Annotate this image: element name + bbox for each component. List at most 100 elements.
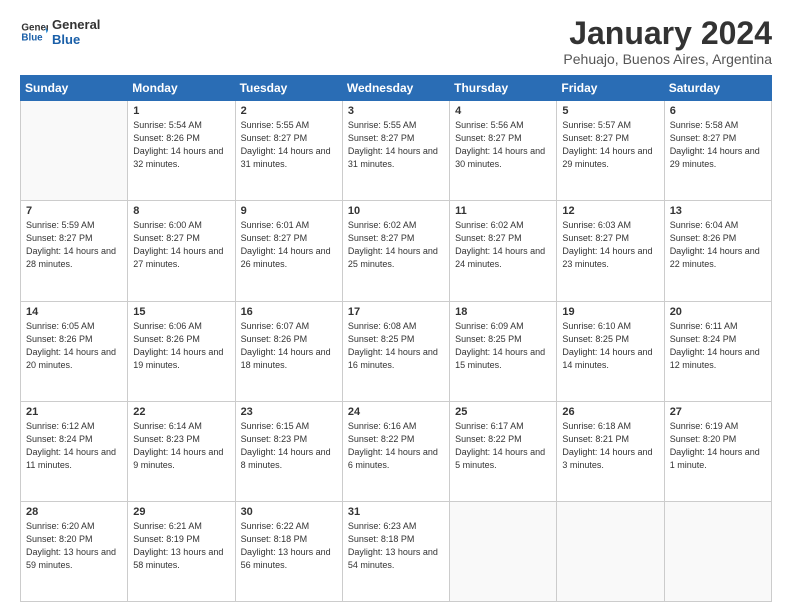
day-number: 8	[133, 205, 229, 217]
cell-content: Sunrise: 6:07 AM Sunset: 8:26 PM Dayligh…	[241, 320, 337, 372]
day-number: 24	[348, 406, 444, 418]
page: General Blue General Blue January 2024 P…	[0, 0, 792, 612]
cell-content: Sunrise: 6:02 AM Sunset: 8:27 PM Dayligh…	[348, 219, 444, 271]
table-row: 1Sunrise: 5:54 AM Sunset: 8:26 PM Daylig…	[128, 101, 235, 201]
day-number: 19	[562, 306, 658, 318]
day-number: 20	[670, 306, 766, 318]
header-wednesday: Wednesday	[342, 76, 449, 101]
calendar-week-row: 14Sunrise: 6:05 AM Sunset: 8:26 PM Dayli…	[21, 301, 772, 401]
logo-line1: General	[52, 18, 100, 33]
day-number: 9	[241, 205, 337, 217]
cell-content: Sunrise: 5:56 AM Sunset: 8:27 PM Dayligh…	[455, 119, 551, 171]
day-number: 5	[562, 105, 658, 117]
day-number: 21	[26, 406, 122, 418]
cell-content: Sunrise: 5:59 AM Sunset: 8:27 PM Dayligh…	[26, 219, 122, 271]
day-number: 4	[455, 105, 551, 117]
logo-line2: Blue	[52, 33, 100, 48]
table-row: 16 Sunrise: 6:07 AM Sunset: 8:26 PM Dayli…	[235, 301, 342, 401]
day-number: 6	[670, 105, 766, 117]
day-number: 31	[348, 506, 444, 518]
header-saturday: Saturday	[664, 76, 771, 101]
day-number: 22	[133, 406, 229, 418]
cell-content: Sunrise: 6:12 AM Sunset: 8:24 PM Dayligh…	[26, 420, 122, 472]
table-row: 25 Sunrise: 6:17 AM Sunset: 8:22 PM Dayli…	[450, 401, 557, 501]
table-row: 7 Sunrise: 5:59 AM Sunset: 8:27 PM Daylig…	[21, 201, 128, 301]
cell-content: Sunrise: 6:03 AM Sunset: 8:27 PM Dayligh…	[562, 219, 658, 271]
table-row	[21, 101, 128, 201]
table-row: 14Sunrise: 6:05 AM Sunset: 8:26 PM Dayli…	[21, 301, 128, 401]
cell-content: Sunrise: 5:58 AM Sunset: 8:27 PM Dayligh…	[670, 119, 766, 171]
header-friday: Friday	[557, 76, 664, 101]
table-row: 23 Sunrise: 6:15 AM Sunset: 8:23 PM Dayli…	[235, 401, 342, 501]
header: General Blue General Blue January 2024 P…	[20, 16, 772, 67]
cell-content: Sunrise: 5:55 AM Sunset: 8:27 PM Dayligh…	[241, 119, 337, 171]
header-sunday: Sunday	[21, 76, 128, 101]
table-row: 3Sunrise: 5:55 AM Sunset: 8:27 PM Daylig…	[342, 101, 449, 201]
header-thursday: Thursday	[450, 76, 557, 101]
logo-icon: General Blue	[20, 18, 48, 46]
main-title: January 2024	[563, 16, 772, 51]
cell-content: Sunrise: 6:16 AM Sunset: 8:22 PM Dayligh…	[348, 420, 444, 472]
table-row: 21 Sunrise: 6:12 AM Sunset: 8:24 PM Dayli…	[21, 401, 128, 501]
day-number: 12	[562, 205, 658, 217]
day-number: 16	[241, 306, 337, 318]
table-row: 26Sunrise: 6:18 AM Sunset: 8:21 PM Dayli…	[557, 401, 664, 501]
svg-text:Blue: Blue	[21, 32, 43, 43]
cell-content: Sunrise: 6:05 AM Sunset: 8:26 PM Dayligh…	[26, 320, 122, 372]
table-row	[664, 501, 771, 601]
day-number: 25	[455, 406, 551, 418]
table-row: 30Sunrise: 6:22 AM Sunset: 8:18 PM Dayli…	[235, 501, 342, 601]
cell-content: Sunrise: 6:08 AM Sunset: 8:25 PM Dayligh…	[348, 320, 444, 372]
table-row: 29 Sunrise: 6:21 AM Sunset: 8:19 PM Dayli…	[128, 501, 235, 601]
cell-content: Sunrise: 6:17 AM Sunset: 8:22 PM Dayligh…	[455, 420, 551, 472]
day-number: 29	[133, 506, 229, 518]
calendar-table: Sunday Monday Tuesday Wednesday Thursday…	[20, 75, 772, 602]
cell-content: Sunrise: 6:14 AM Sunset: 8:23 PM Dayligh…	[133, 420, 229, 472]
table-row: 13Sunrise: 6:04 AM Sunset: 8:26 PM Dayli…	[664, 201, 771, 301]
cell-content: Sunrise: 5:55 AM Sunset: 8:27 PM Dayligh…	[348, 119, 444, 171]
table-row: 31 Sunrise: 6:23 AM Sunset: 8:18 PM Dayli…	[342, 501, 449, 601]
cell-content: Sunrise: 5:54 AM Sunset: 8:26 PM Dayligh…	[133, 119, 229, 171]
table-row: 5 Sunrise: 5:57 AM Sunset: 8:27 PM Daylig…	[557, 101, 664, 201]
subtitle: Pehuajo, Buenos Aires, Argentina	[563, 51, 772, 67]
table-row: 11Sunrise: 6:02 AM Sunset: 8:27 PM Dayli…	[450, 201, 557, 301]
day-number: 23	[241, 406, 337, 418]
table-row: 8Sunrise: 6:00 AM Sunset: 8:27 PM Daylig…	[128, 201, 235, 301]
table-row: 28Sunrise: 6:20 AM Sunset: 8:20 PM Dayli…	[21, 501, 128, 601]
logo: General Blue General Blue	[20, 16, 100, 48]
table-row: 17 Sunrise: 6:08 AM Sunset: 8:25 PM Dayli…	[342, 301, 449, 401]
table-row	[450, 501, 557, 601]
table-row: 9 Sunrise: 6:01 AM Sunset: 8:27 PM Daylig…	[235, 201, 342, 301]
calendar-week-row: 7 Sunrise: 5:59 AM Sunset: 8:27 PM Daylig…	[21, 201, 772, 301]
cell-content: Sunrise: 6:22 AM Sunset: 8:18 PM Dayligh…	[241, 520, 337, 572]
cell-content: Sunrise: 6:02 AM Sunset: 8:27 PM Dayligh…	[455, 219, 551, 271]
cell-content: Sunrise: 6:09 AM Sunset: 8:25 PM Dayligh…	[455, 320, 551, 372]
cell-content: Sunrise: 5:57 AM Sunset: 8:27 PM Dayligh…	[562, 119, 658, 171]
day-number: 15	[133, 306, 229, 318]
day-number: 13	[670, 205, 766, 217]
calendar-header-row: Sunday Monday Tuesday Wednesday Thursday…	[21, 76, 772, 101]
day-number: 2	[241, 105, 337, 117]
table-row: 24 Sunrise: 6:16 AM Sunset: 8:22 PM Dayli…	[342, 401, 449, 501]
table-row: 20 Sunrise: 6:11 AM Sunset: 8:24 PM Dayli…	[664, 301, 771, 401]
table-row: 15 Sunrise: 6:06 AM Sunset: 8:26 PM Dayli…	[128, 301, 235, 401]
day-number: 10	[348, 205, 444, 217]
cell-content: Sunrise: 6:11 AM Sunset: 8:24 PM Dayligh…	[670, 320, 766, 372]
table-row: 2 Sunrise: 5:55 AM Sunset: 8:27 PM Daylig…	[235, 101, 342, 201]
calendar-week-row: 1Sunrise: 5:54 AM Sunset: 8:26 PM Daylig…	[21, 101, 772, 201]
cell-content: Sunrise: 6:23 AM Sunset: 8:18 PM Dayligh…	[348, 520, 444, 572]
table-row: 19Sunrise: 6:10 AM Sunset: 8:25 PM Dayli…	[557, 301, 664, 401]
cell-content: Sunrise: 6:15 AM Sunset: 8:23 PM Dayligh…	[241, 420, 337, 472]
day-number: 7	[26, 205, 122, 217]
cell-content: Sunrise: 6:01 AM Sunset: 8:27 PM Dayligh…	[241, 219, 337, 271]
day-number: 26	[562, 406, 658, 418]
cell-content: Sunrise: 6:21 AM Sunset: 8:19 PM Dayligh…	[133, 520, 229, 572]
day-number: 17	[348, 306, 444, 318]
cell-content: Sunrise: 6:06 AM Sunset: 8:26 PM Dayligh…	[133, 320, 229, 372]
day-number: 27	[670, 406, 766, 418]
table-row: 10 Sunrise: 6:02 AM Sunset: 8:27 PM Dayli…	[342, 201, 449, 301]
cell-content: Sunrise: 6:19 AM Sunset: 8:20 PM Dayligh…	[670, 420, 766, 472]
day-number: 18	[455, 306, 551, 318]
table-row: 12 Sunrise: 6:03 AM Sunset: 8:27 PM Dayli…	[557, 201, 664, 301]
table-row: 27 Sunrise: 6:19 AM Sunset: 8:20 PM Dayli…	[664, 401, 771, 501]
